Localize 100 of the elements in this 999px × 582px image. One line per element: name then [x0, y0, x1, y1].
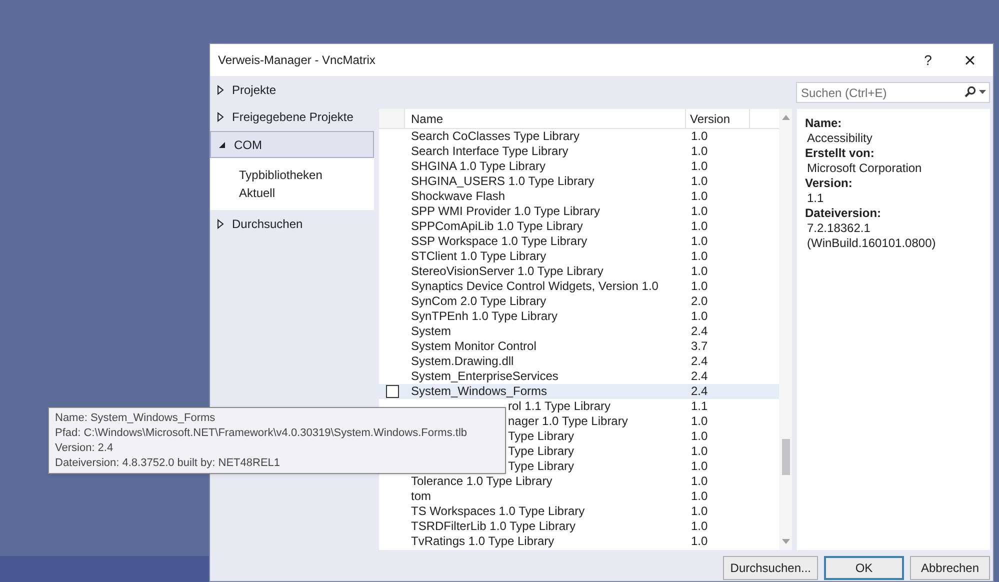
- table-row[interactable]: System Monitor Control 3.7: [379, 339, 779, 354]
- table-row[interactable]: TS Workspaces 1.0 Type Library 1.0: [379, 504, 779, 519]
- table-cell: 1.0: [691, 489, 708, 504]
- table-cell: 1.0: [691, 144, 708, 159]
- scroll-down-icon[interactable]: [782, 539, 790, 544]
- table-row[interactable]: System_EnterpriseServices 2.4: [379, 369, 779, 384]
- table-cell: nager 1.0 Type Library: [508, 414, 628, 429]
- sidebar-item[interactable]: Projekte: [210, 76, 374, 103]
- table-cell: 1.0: [691, 129, 708, 144]
- table-row[interactable]: TSRDFilterLib 1.0 Type Library 1.0: [379, 519, 779, 534]
- detail-value: 1.1: [806, 191, 825, 206]
- table-cell: rol 1.1 Type Library: [508, 399, 610, 414]
- dialog-button[interactable]: Durchsuchen...: [723, 556, 818, 580]
- sidebar-subitem[interactable]: Typbibliotheken: [210, 166, 374, 184]
- table-cell: 2.4: [691, 369, 708, 384]
- table-row[interactable]: Tolerance 1.0 Type Library 1.0: [379, 474, 779, 489]
- table-cell: Search Interface Type Library: [411, 144, 568, 159]
- table-cell: tom: [411, 489, 432, 504]
- table-row[interactable]: SHGINA 1.0 Type Library 1.0: [379, 159, 779, 174]
- table-cell: 1.0: [691, 159, 708, 174]
- sidebar-item[interactable]: Durchsuchen: [210, 210, 374, 237]
- table-row[interactable]: SPP WMI Provider 1.0 Type Library 1.0: [379, 204, 779, 219]
- table-cell: 1.0: [691, 444, 708, 459]
- table-cell: 1.0: [691, 189, 708, 204]
- table-cell: 1.0: [691, 219, 708, 234]
- detail-value: Microsoft Corporation: [806, 161, 923, 176]
- tooltip-line: Pfad: C:\Windows\Microsoft.NET\Framework\v4.0.30319\System.Windows.Forms.tlb: [55, 426, 468, 441]
- table-cell: Search CoClasses Type Library: [411, 129, 580, 144]
- table-cell: Type Library: [508, 444, 574, 459]
- table-cell: 1.0: [691, 234, 708, 249]
- search-icon: [964, 86, 976, 98]
- search-field[interactable]: Suchen (Ctrl+E): [796, 82, 990, 103]
- expanded-triangle-icon: [218, 140, 226, 148]
- table-row[interactable]: SHGINA_USERS 1.0 Type Library 1.0: [379, 174, 779, 189]
- dialog-button[interactable]: Abbrechen: [910, 556, 990, 580]
- detail-value: 7.2.18362.1: [806, 221, 872, 236]
- table-row[interactable]: Search Interface Type Library 1.0: [379, 144, 779, 159]
- column-header[interactable]: Version: [686, 109, 750, 128]
- table-cell: 1.0: [691, 204, 708, 219]
- table-cell: System: [411, 324, 452, 339]
- table-cell: 1.0: [691, 309, 708, 324]
- table-row[interactable]: System_Windows_Forms 2.4: [379, 384, 779, 399]
- column-header[interactable]: [379, 109, 405, 128]
- table-cell: 1.0: [691, 534, 708, 549]
- help-button[interactable]: ?: [913, 46, 943, 74]
- table-cell: 1.0: [691, 429, 708, 444]
- detail-label: Dateiversion:: [805, 206, 882, 221]
- table-cell: 2.4: [691, 354, 708, 369]
- table-cell: 1.0: [691, 474, 708, 489]
- table-cell: System.Drawing.dll: [411, 354, 514, 369]
- table-cell: System Monitor Control: [411, 339, 536, 354]
- table-cell: 1.0: [691, 519, 708, 534]
- sidebar-item[interactable]: COM: [210, 131, 374, 158]
- sidebar-subitem[interactable]: Aktuell: [210, 184, 374, 202]
- table-cell: 2.0: [691, 294, 708, 309]
- table-cell: Type Library: [508, 429, 574, 444]
- close-button[interactable]: ×: [955, 46, 985, 74]
- table-cell: Type Library: [508, 459, 574, 474]
- table-row[interactable]: SPPComApiLib 1.0 Type Library 1.0: [379, 219, 779, 234]
- table-row[interactable]: STClient 1.0 Type Library 1.0: [379, 249, 779, 264]
- detail-label: Erstellt von:: [805, 146, 876, 161]
- table-cell: 1.0: [691, 504, 708, 519]
- scroll-up-icon[interactable]: [782, 115, 790, 120]
- tooltip-line: Version: 2.4: [55, 441, 114, 456]
- table-row[interactable]: Search CoClasses Type Library 1.0: [379, 129, 779, 144]
- collapsed-triangle-icon: [217, 112, 224, 122]
- table-cell: SynCom 2.0 Type Library: [411, 294, 546, 309]
- table-cell: 1.0: [691, 264, 708, 279]
- sidebar-item[interactable]: Freigegebene Projekte: [210, 103, 374, 130]
- table-row[interactable]: tom 1.0: [379, 489, 779, 504]
- column-header[interactable]: Name: [405, 109, 686, 128]
- detail-label: Version:: [805, 176, 854, 191]
- table-row[interactable]: System.Drawing.dll 2.4: [379, 354, 779, 369]
- table-cell: SPPComApiLib 1.0 Type Library: [411, 219, 583, 234]
- dropdown-caret-icon[interactable]: [979, 90, 986, 94]
- table-row[interactable]: System 2.4: [379, 324, 779, 339]
- table-row[interactable]: StereoVisionServer 1.0 Type Library 1.0: [379, 264, 779, 279]
- table-cell: Shockwave Flash: [411, 189, 506, 204]
- table-cell: 1.0: [691, 174, 708, 189]
- table-row[interactable]: Synaptics Device Control Widgets, Version 1.0 1.0: [379, 279, 779, 294]
- table-cell: 1.0: [691, 249, 708, 264]
- table-row[interactable]: TvRatings 1.0 Type Library 1.0: [379, 534, 779, 549]
- table-cell: Tolerance 1.0 Type Library: [411, 474, 552, 489]
- scrollbar-thumb[interactable]: [782, 439, 790, 475]
- scrollbar[interactable]: [779, 109, 792, 550]
- table-cell: SynTPEnh 1.0 Type Library: [411, 309, 558, 324]
- table-cell: SSP Workspace 1.0 Type Library: [411, 234, 588, 249]
- table-cell: 1.0: [691, 279, 708, 294]
- table-cell: TvRatings 1.0 Type Library: [411, 534, 554, 549]
- table-cell: System_EnterpriseServices: [411, 369, 558, 384]
- detail-value: (WinBuild.160101.0800): [806, 236, 937, 251]
- checkbox[interactable]: [386, 385, 398, 398]
- table-row[interactable]: SynCom 2.0 Type Library 2.0: [379, 294, 779, 309]
- table-row[interactable]: SSP Workspace 1.0 Type Library 1.0: [379, 234, 779, 249]
- table-row[interactable]: Shockwave Flash 1.0: [379, 189, 779, 204]
- table-cell: 3.7: [691, 339, 708, 354]
- detail-label: Name:: [805, 116, 843, 131]
- dialog-button[interactable]: OK: [824, 556, 904, 580]
- table-cell: 2.4: [691, 384, 708, 399]
- table-row[interactable]: SynTPEnh 1.0 Type Library 1.0: [379, 309, 779, 324]
